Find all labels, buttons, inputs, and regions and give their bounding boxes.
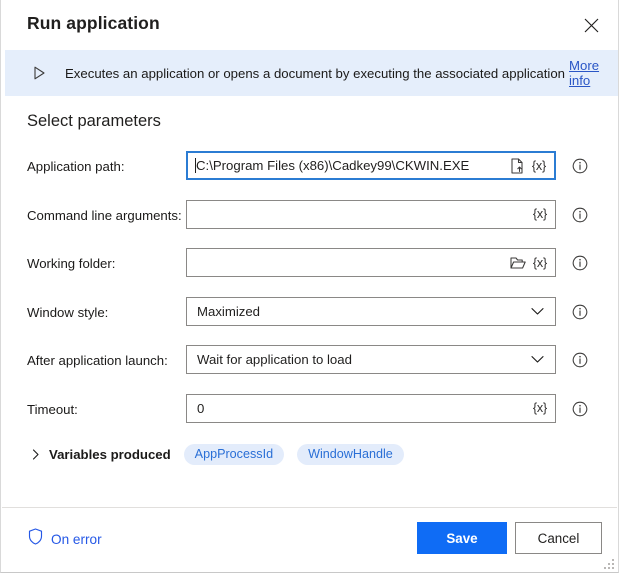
parameter-label: Working folder: [27, 256, 116, 271]
info-icon[interactable] [572, 158, 588, 174]
variable-token-button[interactable]: {x} [533, 401, 547, 415]
dialog-footer: On error Save Cancel [2, 507, 617, 572]
info-icon[interactable] [572, 352, 588, 368]
parameter-row: Timeout: 0 {x} [1, 391, 618, 440]
chevron-right-icon[interactable] [31, 448, 41, 460]
parameter-label: Window style: [27, 304, 109, 320]
chevron-down-icon[interactable] [529, 303, 545, 319]
dialog-title: Run application [27, 13, 160, 33]
field-icon-group: {x} [509, 157, 554, 174]
field-icon-group: {x} [533, 207, 555, 221]
chevron-down-icon[interactable] [529, 352, 545, 368]
parameter-label: Command line arguments: [27, 207, 182, 223]
more-info-link[interactable]: More info [569, 58, 618, 88]
info-icon[interactable] [572, 207, 588, 223]
parameter-row: Application path: C:\Program Files (x86)\… [1, 148, 618, 197]
file-select-icon[interactable] [509, 157, 526, 174]
section-title: Select parameters [27, 112, 161, 130]
parameter-row: Working folder: {x} [1, 245, 618, 294]
info-icon[interactable] [572, 401, 588, 417]
parameter-label: Timeout: [27, 401, 78, 417]
parameter-value: 0 [197, 400, 205, 416]
save-button[interactable]: Save [417, 522, 507, 554]
resize-grip[interactable] [602, 557, 614, 569]
parameter-row: Command line arguments: {x} [1, 197, 618, 246]
description-banner: Executes an application or opens a docum… [5, 50, 618, 96]
field-icon-group: {x} [510, 254, 555, 271]
field-icon-group: {x} [533, 401, 555, 415]
cancel-button[interactable]: Cancel [515, 522, 602, 554]
play-triangle-icon [31, 65, 47, 81]
shield-icon [28, 528, 43, 550]
field-icon-group [529, 352, 555, 368]
parameter-select[interactable]: Wait for application to load [186, 345, 556, 374]
parameter-row: After application launch: Wait for applic… [1, 342, 618, 391]
variable-token-button[interactable]: {x} [533, 256, 547, 270]
on-error-label: On error [51, 531, 102, 547]
parameter-label: Application path: [27, 159, 125, 174]
parameter-value: Wait for application to load [197, 352, 352, 367]
parameter-input[interactable]: {x} [186, 199, 556, 229]
variable-pill-appprocessid[interactable]: AppProcessId [183, 443, 285, 465]
parameter-value: Maximized [197, 303, 261, 319]
parameter-input[interactable]: {x} [186, 248, 556, 277]
info-icon[interactable] [572, 304, 588, 320]
parameter-value: C:\Program Files (x86)\Cadkey99\CKWIN.EX… [188, 158, 509, 173]
close-icon[interactable] [572, 8, 610, 42]
parameter-value-text: C:\Program Files (x86)\Cadkey99\CKWIN.EX… [196, 158, 470, 173]
on-error-button[interactable]: On error [28, 528, 102, 550]
dialog-titlebar: Run application [1, 0, 618, 50]
variables-produced-label[interactable]: Variables produced [49, 447, 171, 462]
run-application-dialog: Run application Executes an application … [0, 0, 619, 573]
variable-token-button[interactable]: {x} [533, 207, 547, 221]
field-icon-group [529, 303, 555, 319]
variable-token-button[interactable]: {x} [532, 159, 546, 173]
variable-pill-windowhandle[interactable]: WindowHandle [297, 443, 404, 465]
dialog-body: Select parameters Application path: C:\Pr… [1, 96, 618, 508]
parameter-select[interactable]: Maximized [186, 296, 556, 326]
banner-description: Executes an application or opens a docum… [65, 65, 565, 81]
variables-produced-row: Variables produced AppProcessId WindowHa… [1, 441, 404, 467]
parameter-input[interactable]: C:\Program Files (x86)\Cadkey99\CKWIN.EX… [186, 151, 556, 180]
parameter-input[interactable]: 0 {x} [186, 393, 556, 423]
parameter-label: After application launch: [27, 353, 168, 368]
parameter-rows: Application path: C:\Program Files (x86)\… [1, 148, 618, 439]
parameter-row: Window style: Maximized [1, 294, 618, 343]
folder-select-icon[interactable] [510, 254, 527, 271]
info-icon[interactable] [572, 255, 588, 271]
